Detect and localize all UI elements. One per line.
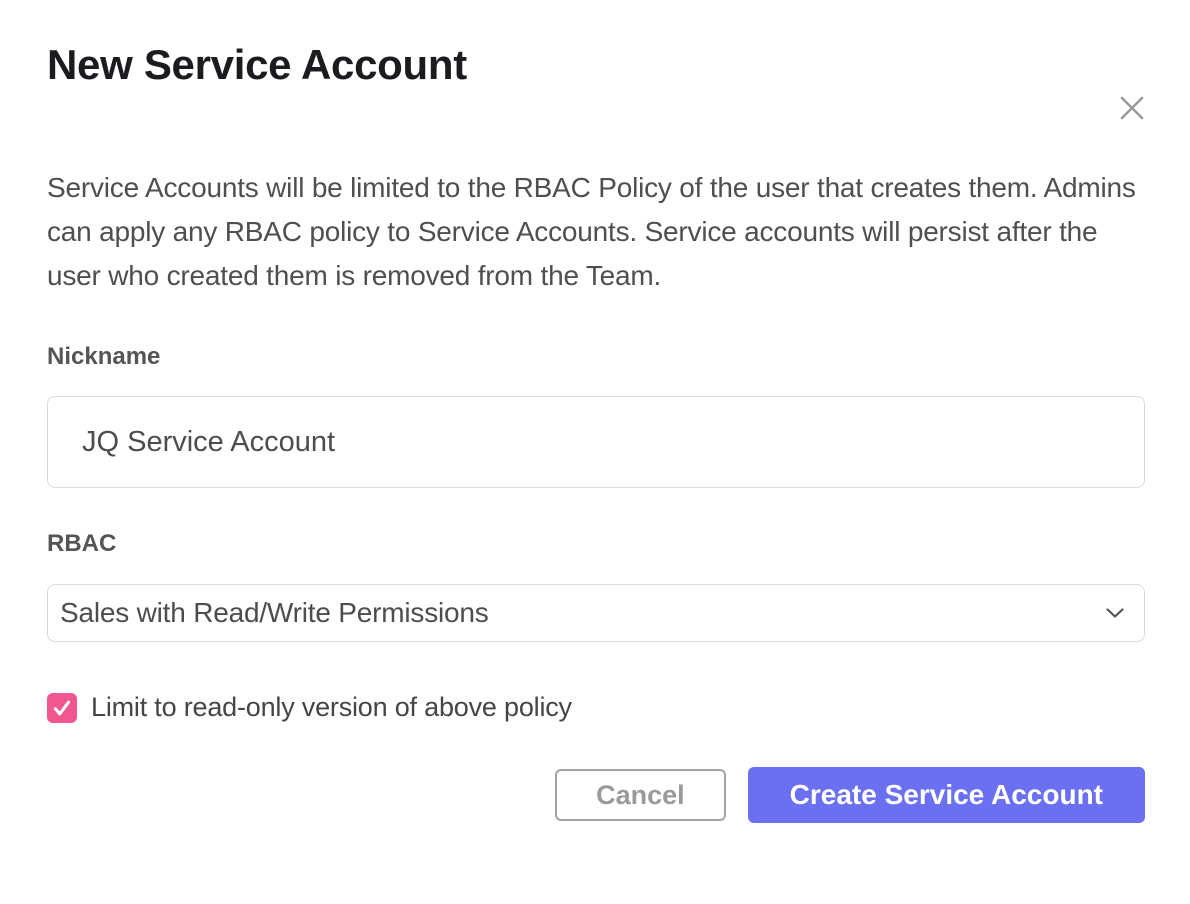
cancel-button[interactable]: Cancel [555, 769, 726, 821]
create-service-account-button[interactable]: Create Service Account [748, 767, 1145, 823]
rbac-selected-value: Sales with Read/Write Permissions [60, 597, 489, 629]
modal-description: Service Accounts will be limited to the … [47, 166, 1145, 298]
rbac-label: RBAC [47, 529, 1145, 559]
rbac-select[interactable]: Sales with Read/Write Permissions [47, 584, 1145, 642]
readonly-checkbox-label[interactable]: Limit to read-only version of above poli… [91, 692, 572, 723]
nickname-label: Nickname [47, 342, 1145, 372]
checkmark-icon [51, 697, 73, 719]
readonly-checkbox[interactable] [47, 693, 77, 723]
chevron-down-icon [1106, 608, 1124, 619]
modal-title: New Service Account [47, 42, 1145, 88]
close-icon [1117, 93, 1147, 123]
limit-readonly-row: Limit to read-only version of above poli… [47, 692, 1145, 723]
modal-actions: Cancel Create Service Account [47, 767, 1145, 823]
new-service-account-modal: New Service Account Service Accounts wil… [0, 42, 1190, 904]
close-button[interactable] [1116, 92, 1148, 124]
nickname-input[interactable] [47, 396, 1145, 488]
